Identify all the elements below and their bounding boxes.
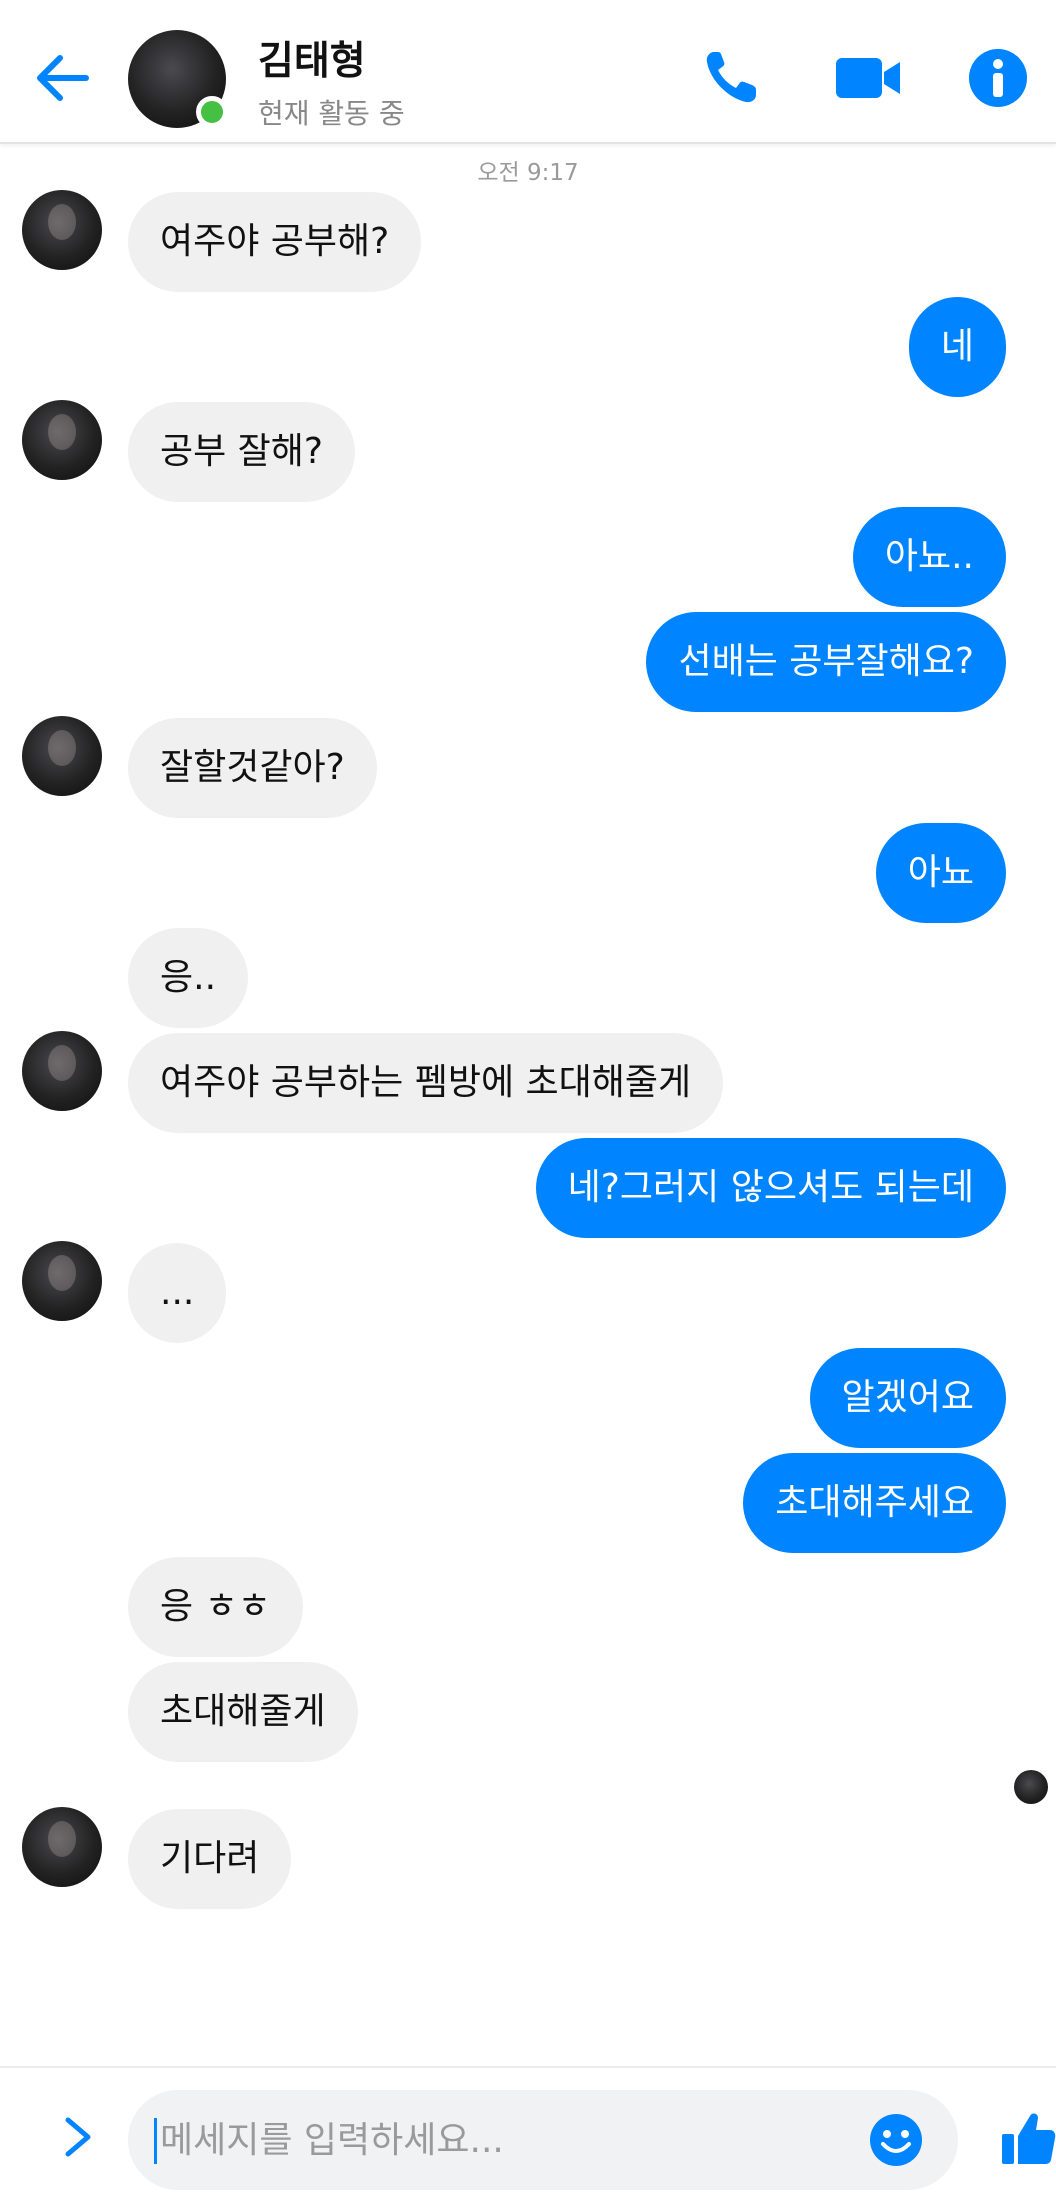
contact-avatar[interactable]	[128, 30, 228, 128]
outgoing-message[interactable]: 아뇨	[875, 823, 1006, 923]
text-cursor	[154, 2118, 157, 2164]
video-call-button[interactable]	[832, 44, 906, 110]
emoji-button[interactable]	[868, 2112, 924, 2168]
incoming-message[interactable]: 잘할것같아?	[128, 718, 377, 818]
incoming-message[interactable]: ...	[128, 1243, 227, 1343]
chat-header: 김태형 현재 활동 중	[0, 0, 1056, 144]
message-timestamp: 오전 9:17	[477, 160, 579, 186]
incoming-message[interactable]: 여주야 공부해?	[128, 192, 422, 292]
conversation-info-button[interactable]	[960, 44, 1034, 110]
sender-avatar[interactable]	[22, 1031, 102, 1111]
outgoing-message[interactable]: 네	[908, 297, 1006, 397]
voice-call-button[interactable]	[700, 44, 774, 110]
online-indicator	[196, 96, 228, 128]
sender-avatar[interactable]	[22, 400, 102, 480]
phone-icon	[706, 52, 756, 103]
incoming-message[interactable]: 초대해줄게	[128, 1662, 358, 1762]
outgoing-message[interactable]: 아뇨..	[852, 507, 1006, 607]
message-input[interactable]	[160, 2090, 860, 2190]
sender-avatar[interactable]	[22, 1241, 102, 1321]
outgoing-message[interactable]: 초대해주세요	[743, 1453, 1006, 1553]
outgoing-message[interactable]: 네?그러지 않으셔도 되는데	[535, 1138, 1006, 1238]
incoming-message[interactable]: 여주야 공부하는 펨방에 초대해줄게	[128, 1033, 724, 1133]
like-button[interactable]	[1000, 2108, 1056, 2170]
incoming-message[interactable]: 공부 잘해?	[128, 402, 356, 502]
sender-avatar[interactable]	[22, 716, 102, 796]
back-button[interactable]	[28, 40, 98, 110]
sender-avatar[interactable]	[22, 190, 102, 270]
message-input-container[interactable]	[128, 2090, 958, 2190]
seen-receipt-avatar	[1014, 1770, 1048, 1804]
outgoing-message[interactable]: 알겠어요	[809, 1348, 1006, 1448]
contact-name[interactable]: 김태형	[258, 30, 366, 86]
incoming-message[interactable]: 응..	[128, 928, 249, 1028]
smiley-icon	[870, 2114, 922, 2166]
info-icon	[969, 49, 1027, 107]
arrow-left-icon	[37, 55, 89, 101]
sender-avatar[interactable]	[22, 1807, 102, 1887]
active-status: 현재 활동 중	[258, 97, 405, 130]
video-camera-icon	[836, 58, 900, 98]
expand-actions-button[interactable]	[58, 2112, 98, 2162]
incoming-message[interactable]: 응 ㅎㅎ	[128, 1557, 303, 1657]
message-composer	[0, 2066, 1056, 2204]
incoming-message[interactable]: 기다려	[128, 1809, 292, 1909]
thumbs-up-icon	[1002, 2113, 1056, 2164]
chevron-right-icon	[65, 2117, 91, 2157]
outgoing-message[interactable]: 선배는 공부잘해요?	[646, 612, 1006, 712]
